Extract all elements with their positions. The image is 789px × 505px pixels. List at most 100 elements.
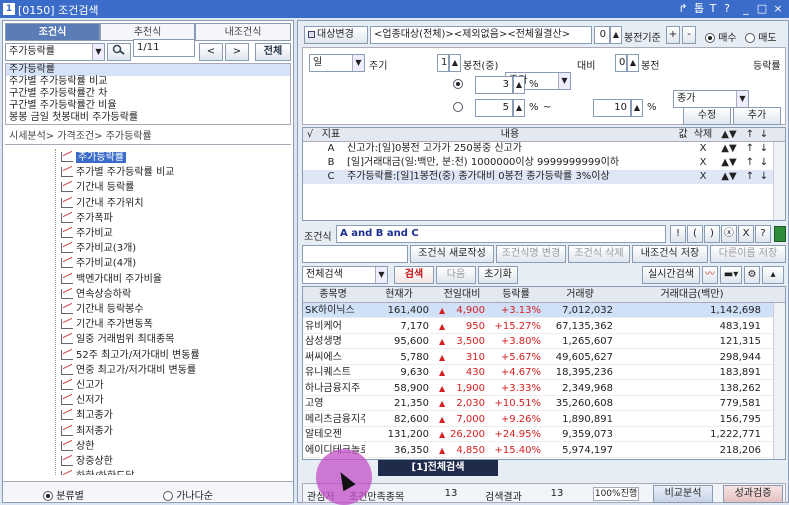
- all-button[interactable]: 전체: [255, 43, 291, 61]
- rename-formula-button[interactable]: 조건식명 변경: [496, 245, 566, 263]
- delete-formula-button[interactable]: 조건식 삭제: [568, 245, 630, 263]
- table-row[interactable]: SK하이닉스 161,400 ▲ 4,900 +3.13% 7,012,032 1,142,…: [303, 303, 783, 318]
- list-item[interactable]: 봉봉 금일 첫봉대비 주가등락률: [6, 112, 290, 124]
- val3-input[interactable]: 10: [593, 99, 631, 117]
- close-paren-button[interactable]: ): [704, 225, 720, 243]
- n2-input[interactable]: 0: [615, 54, 627, 72]
- table-row[interactable]: 고영 21,350 ▲ 2,030 +10.51% 35,260,608 779,581: [303, 396, 783, 411]
- sort-by-category-radio[interactable]: 분류별: [43, 487, 84, 502]
- search-scope-select[interactable]: 전체검색 ▼: [302, 266, 388, 284]
- status-watch[interactable]: 관심저: [307, 488, 335, 503]
- help-button[interactable]: ?: [755, 225, 771, 243]
- maximize-icon[interactable]: □: [755, 1, 769, 16]
- reset-button[interactable]: 초기화: [478, 266, 518, 284]
- target-change-button[interactable]: 대상변경: [304, 26, 368, 44]
- sell-radio[interactable]: 매도: [745, 29, 777, 44]
- chevron-down-icon[interactable]: ▼: [92, 44, 104, 60]
- table-row[interactable]: 하나금융지주 58,900 ▲ 1,900 +3.33% 2,349,968 138,262: [303, 381, 783, 396]
- close-icon[interactable]: ×: [771, 1, 785, 16]
- table-row[interactable]: 알테오젠 131,200 ▲ 26,200 +24.95% 9,359,073 1,222,…: [303, 427, 783, 442]
- next-button[interactable]: >: [225, 43, 249, 61]
- not-button[interactable]: !: [670, 225, 686, 243]
- search-icon[interactable]: [107, 43, 131, 61]
- buy-radio[interactable]: 매수: [705, 29, 737, 44]
- search-button[interactable]: 검색: [394, 266, 434, 284]
- list-item[interactable]: 구간별 주가등락률간 비율: [6, 100, 290, 112]
- delete-icon[interactable]: X: [691, 170, 715, 184]
- performance-verify-button[interactable]: 성과검증: [723, 485, 783, 503]
- table-row[interactable]: 에이디테크놀로 36,350 ▲ 4,850 +15.40% 5,974,197 218,2…: [303, 443, 783, 458]
- condition-scrollbar[interactable]: [773, 142, 785, 220]
- table-row[interactable]: ✔C주가등락률:[일]1봉전(중) 종가대비 0봉전 종가등락률 3%이상X▲▼…: [303, 170, 773, 184]
- list-item[interactable]: 구간별 주가등락률간 차: [6, 88, 290, 100]
- menu-icon[interactable]: ▬▾: [720, 266, 742, 284]
- move-icon[interactable]: ▲▼: [715, 170, 743, 184]
- table-row[interactable]: 유니퀘스트 9,630 ▲ 430 +4.67% 18,395,236 183,891: [303, 365, 783, 380]
- move-icon[interactable]: ▲▼: [715, 142, 743, 156]
- down-icon[interactable]: ↓: [757, 142, 771, 156]
- formula-input[interactable]: A and B and C: [336, 225, 666, 243]
- expand-icon[interactable]: ▴: [762, 266, 784, 284]
- clear-button[interactable]: X: [738, 225, 754, 243]
- down-icon[interactable]: ↓: [757, 156, 771, 170]
- val2-input[interactable]: 5: [475, 99, 513, 117]
- minimize-icon[interactable]: _: [739, 1, 753, 16]
- excel-icon[interactable]: [774, 226, 786, 242]
- table-row[interactable]: 삼성생명 95,600 ▲ 3,500 +3.80% 1,265,607 121,315: [303, 334, 783, 349]
- edit-button[interactable]: 수정: [683, 107, 731, 125]
- realtime-search-button[interactable]: 실시간검색: [642, 266, 700, 284]
- table-row[interactable]: 써씨에스 5,780 ▲ 310 +5.67% 49,605,627 298,944: [303, 350, 783, 365]
- tab-my-condition[interactable]: 내조건식: [195, 23, 291, 41]
- save-my-formula-button[interactable]: 내조건식 저장: [632, 245, 708, 263]
- delete-icon[interactable]: X: [691, 156, 715, 170]
- open-paren-button[interactable]: (: [687, 225, 703, 243]
- tree-item[interactable]: 하한/하한도달: [61, 468, 135, 475]
- val1-spin[interactable]: ▲: [513, 76, 525, 94]
- up-icon[interactable]: ↑: [743, 142, 757, 156]
- tab-condition[interactable]: 조건식: [5, 23, 100, 41]
- font-icon[interactable]: T: [706, 1, 720, 16]
- formula-name-input[interactable]: [302, 245, 408, 263]
- delete-icon[interactable]: X: [691, 142, 715, 156]
- new-formula-button[interactable]: 조건식 새로작성: [410, 245, 494, 263]
- n2-spin[interactable]: ▲: [627, 54, 639, 72]
- xor-button[interactable]: ⓧ: [721, 225, 737, 243]
- up-icon[interactable]: ↑: [743, 170, 757, 184]
- list-item[interactable]: 주가등락률: [6, 64, 290, 76]
- tab-all-search[interactable]: [1]전체검색: [378, 460, 498, 476]
- price2-select[interactable]: 종가 ▼: [673, 90, 749, 108]
- table-row[interactable]: 유비케어 7,170 ▲ 950 +15.27% 67,135,362 483,191: [303, 319, 783, 334]
- n1-spin[interactable]: ▲: [449, 54, 461, 72]
- val3-spin[interactable]: ▲: [631, 99, 643, 117]
- save-as-button[interactable]: 다른이름 저장: [710, 245, 786, 263]
- table-row[interactable]: ✔B[일]거래대금(일:백만, 분:천) 1000000이상 999999999…: [303, 156, 773, 170]
- list-item[interactable]: 주가별 주가등락률 비교: [6, 76, 290, 88]
- table-row[interactable]: ✔A신고가:[일]0봉전 고가가 250봉중 신고가X▲▼↑↓: [303, 142, 773, 156]
- move-icon[interactable]: ▲▼: [715, 156, 743, 170]
- range-min-radio[interactable]: [453, 79, 463, 89]
- base-bong-spin[interactable]: ▲: [610, 26, 622, 44]
- minus-button[interactable]: -: [682, 26, 696, 44]
- prev-button[interactable]: <: [199, 43, 223, 61]
- val2-spin[interactable]: ▲: [513, 99, 525, 117]
- base-bong-input[interactable]: 0: [594, 26, 610, 44]
- link-icon[interactable]: ↱: [676, 1, 690, 16]
- chart-icon[interactable]: 〰: [702, 266, 718, 284]
- add-button[interactable]: 추가: [733, 107, 781, 125]
- pin-icon[interactable]: 톱: [692, 1, 706, 16]
- next-page-button[interactable]: 다음: [436, 266, 476, 284]
- sort-by-name-radio[interactable]: 가나다순: [163, 487, 213, 502]
- result-scrollbar[interactable]: [773, 303, 785, 459]
- plus-button[interactable]: +: [666, 26, 680, 44]
- help-icon[interactable]: ?: [720, 1, 734, 16]
- search-input[interactable]: 주가등락률 ▼: [5, 43, 105, 61]
- val1-input[interactable]: 3: [475, 76, 513, 94]
- down-icon[interactable]: ↓: [757, 170, 771, 184]
- n1-input[interactable]: 1: [437, 54, 449, 72]
- period-select[interactable]: 일 ▼: [309, 54, 365, 72]
- compare-analysis-button[interactable]: 비교분석: [653, 485, 713, 503]
- up-icon[interactable]: ↑: [743, 156, 757, 170]
- gear-icon[interactable]: ⚙: [744, 266, 760, 284]
- table-row[interactable]: 메리츠금융지주 82,600 ▲ 7,000 +9.26% 1,890,891 156,79…: [303, 412, 783, 427]
- range-between-radio[interactable]: [453, 102, 463, 112]
